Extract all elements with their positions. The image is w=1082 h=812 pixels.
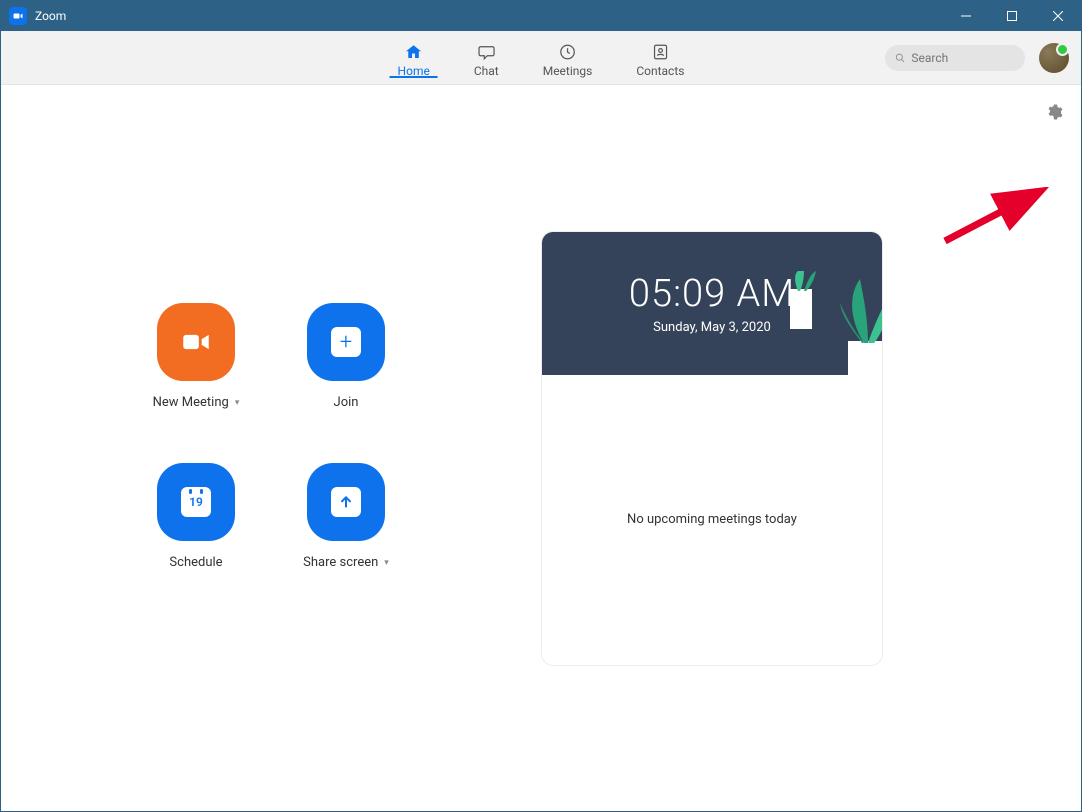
calendar-icon: 19 bbox=[181, 487, 211, 517]
clock-date: Sunday, May 3, 2020 bbox=[653, 320, 771, 335]
action-panel: New Meeting ▾ + Join 19 bbox=[1, 85, 541, 811]
video-icon bbox=[179, 325, 213, 359]
tab-meetings[interactable]: Meetings bbox=[543, 38, 593, 78]
top-nav: Home Chat Meetings Contacts bbox=[1, 31, 1081, 85]
join-button[interactable]: + bbox=[307, 303, 385, 381]
plant-decoration bbox=[790, 271, 882, 375]
minimize-button[interactable] bbox=[943, 1, 989, 31]
plus-icon: + bbox=[331, 327, 361, 357]
share-screen-label: Share screen ▾ bbox=[303, 555, 389, 570]
meetings-list: No upcoming meetings today bbox=[542, 375, 882, 665]
nav-tabs: Home Chat Meetings Contacts bbox=[398, 38, 685, 78]
window-controls bbox=[943, 1, 1081, 31]
chat-icon bbox=[475, 42, 497, 62]
schedule-button[interactable]: 19 bbox=[157, 463, 235, 541]
chevron-down-icon[interactable]: ▾ bbox=[384, 558, 389, 568]
contacts-icon bbox=[649, 42, 671, 62]
clock-area: 05:09 AM Sunday, May 3, 2020 bbox=[542, 232, 882, 375]
join-label: Join bbox=[334, 395, 359, 410]
clock-time: 05:09 AM bbox=[629, 272, 795, 316]
search-box[interactable] bbox=[885, 45, 1025, 71]
share-screen-button[interactable] bbox=[307, 463, 385, 541]
close-button[interactable] bbox=[1035, 1, 1081, 31]
join-cell: + Join bbox=[271, 303, 421, 433]
share-screen-cell: Share screen ▾ bbox=[271, 463, 421, 593]
schedule-cell: 19 Schedule bbox=[121, 463, 271, 593]
titlebar: Zoom bbox=[1, 1, 1081, 31]
maximize-button[interactable] bbox=[989, 1, 1035, 31]
schedule-label: Schedule bbox=[169, 555, 222, 570]
new-meeting-label: New Meeting ▾ bbox=[153, 395, 240, 410]
tab-contacts[interactable]: Contacts bbox=[636, 38, 684, 78]
gear-icon bbox=[1045, 103, 1063, 121]
new-meeting-cell: New Meeting ▾ bbox=[121, 303, 271, 433]
tab-home[interactable]: Home bbox=[398, 38, 430, 78]
home-icon bbox=[403, 42, 425, 62]
search-input[interactable] bbox=[911, 51, 1015, 65]
tab-chat-label: Chat bbox=[474, 64, 499, 78]
calendar-panel: 05:09 AM Sunday, May 3, 2020 No upcoming… bbox=[541, 85, 1081, 811]
avatar[interactable] bbox=[1039, 43, 1069, 73]
search-icon bbox=[895, 52, 905, 64]
new-meeting-button[interactable] bbox=[157, 303, 235, 381]
tab-chat[interactable]: Chat bbox=[474, 38, 499, 78]
tab-meetings-label: Meetings bbox=[543, 64, 593, 78]
main-content: New Meeting ▾ + Join 19 bbox=[1, 85, 1081, 811]
app-window: Zoom Home bbox=[0, 0, 1082, 812]
app-title: Zoom bbox=[35, 9, 943, 23]
calendar-card: 05:09 AM Sunday, May 3, 2020 No upcoming… bbox=[541, 231, 883, 666]
clock-icon bbox=[557, 42, 579, 62]
tab-contacts-label: Contacts bbox=[636, 64, 684, 78]
app-icon bbox=[9, 7, 27, 25]
chevron-down-icon[interactable]: ▾ bbox=[235, 398, 240, 408]
settings-button[interactable] bbox=[1045, 103, 1063, 121]
share-icon bbox=[331, 487, 361, 517]
no-meetings-text: No upcoming meetings today bbox=[627, 512, 797, 527]
